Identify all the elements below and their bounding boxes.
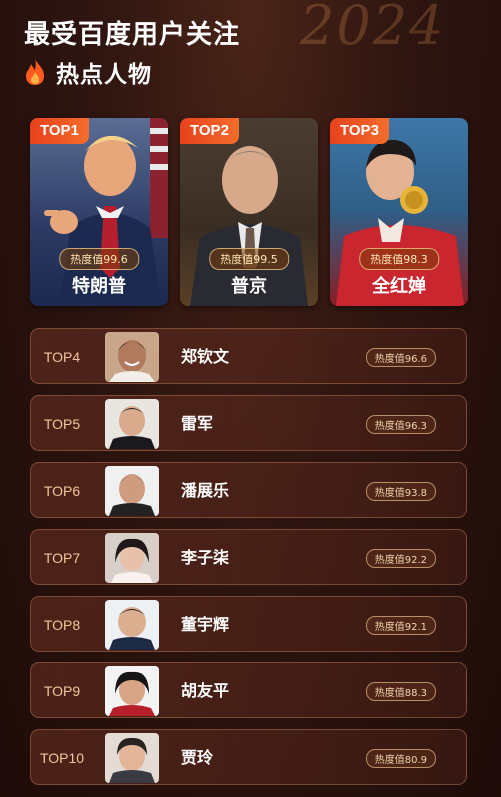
- avatar: [105, 600, 159, 650]
- top-card-1[interactable]: TOP1 热度值99.6 特朗普: [30, 118, 168, 306]
- rank-badge: TOP3: [330, 118, 389, 144]
- list-item[interactable]: TOP7 李子柒 热度值92.2: [30, 529, 467, 585]
- list-item[interactable]: TOP8 董宇辉 热度值92.1: [30, 596, 467, 652]
- heat-badge: 热度值92.2: [365, 549, 436, 568]
- avatar: [105, 733, 159, 783]
- list-item[interactable]: TOP10 贾玲 热度值80.9: [30, 729, 467, 785]
- person-name: 潘展乐: [181, 481, 230, 500]
- heat-badge: 热度值92.1: [365, 616, 436, 635]
- avatar: [105, 399, 159, 449]
- person-name: 郑钦文: [181, 347, 230, 366]
- heat-badge: 热度值96.3: [365, 415, 436, 434]
- heat-badge: 热度值99.6: [59, 248, 139, 270]
- subtitle-row: 热点人物: [24, 56, 152, 88]
- top-card-3[interactable]: TOP3 热度值98.3 全红婵: [330, 118, 468, 306]
- person-name: 李子柒: [181, 548, 230, 567]
- heat-badge: 热度值98.3: [359, 248, 439, 270]
- heat-badge: 热度值80.9: [365, 749, 436, 768]
- avatar: [105, 332, 159, 382]
- rank-label: TOP8: [43, 617, 81, 633]
- rank-badge: TOP2: [180, 118, 239, 144]
- page-title: 最受百度用户关注: [24, 20, 241, 50]
- heat-badge: 热度值88.3: [365, 682, 436, 701]
- person-name: 普京: [231, 276, 267, 297]
- section-title: 热点人物: [56, 62, 152, 88]
- rank-label: TOP6: [43, 483, 81, 499]
- rank-badge: TOP1: [30, 118, 89, 144]
- list-item[interactable]: TOP6 潘展乐 热度值93.8: [30, 462, 467, 518]
- person-name: 贾玲: [181, 748, 214, 767]
- list-item[interactable]: TOP4 郑钦文 热度值96.6: [30, 328, 467, 384]
- decorative-script: 2024: [300, 0, 446, 57]
- person-name: 董宇辉: [181, 615, 230, 634]
- list-item[interactable]: TOP9 胡友平 热度值88.3: [30, 662, 467, 718]
- flame-icon: [26, 59, 44, 85]
- heat-badge: 热度值96.6: [365, 348, 436, 367]
- person-name: 胡友平: [181, 681, 230, 700]
- list-item[interactable]: TOP5 雷军 热度值96.3: [30, 395, 467, 451]
- heat-badge: 热度值93.8: [365, 482, 436, 501]
- heat-badge: 热度值99.5: [209, 248, 289, 270]
- rank-label: TOP4: [43, 349, 81, 365]
- person-name: 全红婵: [372, 276, 426, 297]
- rank-label: TOP10: [39, 750, 85, 766]
- avatar: [105, 533, 159, 583]
- person-name: 特朗普: [72, 276, 126, 297]
- avatar: [105, 666, 159, 716]
- person-name: 雷军: [181, 414, 214, 433]
- avatar: [105, 466, 159, 516]
- rank-label: TOP7: [43, 550, 81, 566]
- top-card-2[interactable]: TOP2 热度值99.5 普京: [180, 118, 318, 306]
- rank-label: TOP5: [43, 416, 81, 432]
- rank-label: TOP9: [43, 683, 81, 699]
